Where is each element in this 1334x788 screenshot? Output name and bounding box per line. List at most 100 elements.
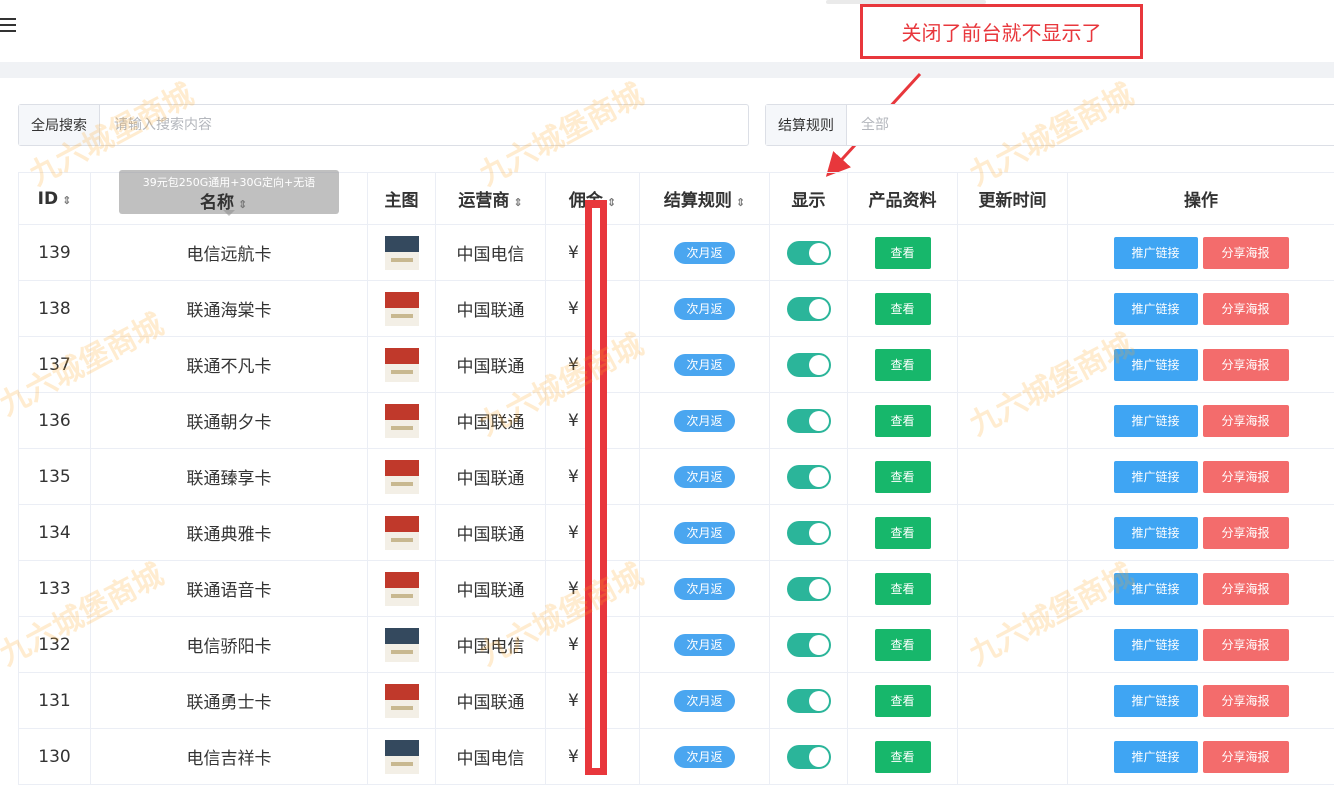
view-button[interactable]: 查看	[874, 516, 931, 549]
cell-display	[769, 280, 848, 337]
cell-rule: 次月返	[639, 728, 770, 785]
product-thumbnail[interactable]	[384, 515, 419, 550]
cell-carrier: 中国电信	[435, 728, 546, 785]
promo-link-button[interactable]: 推广链接	[1113, 628, 1198, 661]
view-button[interactable]: 查看	[874, 292, 931, 325]
share-poster-button[interactable]: 分享海报	[1202, 348, 1289, 381]
rule-filter-select[interactable]	[847, 105, 1334, 145]
col-name-label[interactable]: 名称 ⇕	[200, 188, 247, 213]
product-thumbnail[interactable]	[384, 347, 419, 382]
view-button[interactable]: 查看	[874, 740, 931, 773]
promo-link-button[interactable]: 推广链接	[1113, 516, 1198, 549]
view-button[interactable]: 查看	[874, 460, 931, 493]
cell-actions: 推广链接 分享海报	[1067, 728, 1334, 785]
global-search-input[interactable]	[100, 105, 748, 145]
cell-name: 电信远航卡	[90, 224, 368, 281]
cell-rule: 次月返	[639, 560, 770, 617]
cell-updated	[957, 336, 1068, 393]
cell-name: 联通典雅卡	[90, 504, 368, 561]
cell-id: 131	[18, 672, 91, 729]
view-button[interactable]: 查看	[874, 404, 931, 437]
product-thumbnail[interactable]	[384, 683, 419, 718]
display-toggle[interactable]	[786, 464, 831, 489]
sort-icon[interactable]: ⇕	[607, 196, 616, 209]
product-thumbnail[interactable]	[384, 235, 419, 270]
product-thumbnail[interactable]	[384, 739, 419, 774]
product-thumbnail[interactable]	[384, 403, 419, 438]
display-toggle[interactable]	[786, 744, 831, 769]
cell-updated	[957, 392, 1068, 449]
sort-icon[interactable]: ⇕	[238, 198, 247, 211]
promo-link-button[interactable]: 推广链接	[1113, 740, 1198, 773]
promo-link-button[interactable]: 推广链接	[1113, 572, 1198, 605]
table-row: 137 联通不凡卡 中国联通 ¥ 次月返 查看 推广链接 分享海报	[18, 336, 1334, 393]
share-poster-button[interactable]: 分享海报	[1202, 740, 1289, 773]
cell-carrier: 中国联通	[435, 672, 546, 729]
table-row: 139 电信远航卡 中国电信 ¥ 次月返 查看 推广链接 分享海报	[18, 224, 1334, 281]
share-poster-button[interactable]: 分享海报	[1202, 404, 1289, 437]
cell-image	[367, 672, 436, 729]
cell-id: 136	[18, 392, 91, 449]
display-toggle[interactable]	[786, 520, 831, 545]
promo-link-button[interactable]: 推广链接	[1113, 348, 1198, 381]
sort-icon[interactable]: ⇕	[513, 196, 522, 209]
cell-material: 查看	[847, 616, 958, 673]
view-button[interactable]: 查看	[874, 684, 931, 717]
display-toggle[interactable]	[786, 240, 831, 265]
col-carrier[interactable]: 运营商 ⇕	[435, 172, 546, 225]
promo-link-button[interactable]: 推广链接	[1113, 460, 1198, 493]
sort-icon[interactable]: ⇕	[736, 196, 745, 209]
cell-image	[367, 616, 436, 673]
promo-link-button[interactable]: 推广链接	[1113, 404, 1198, 437]
share-poster-button[interactable]: 分享海报	[1202, 236, 1289, 269]
view-button[interactable]: 查看	[874, 348, 931, 381]
cell-carrier: 中国联通	[435, 392, 546, 449]
display-toggle[interactable]	[786, 352, 831, 377]
table-row: 136 联通朝夕卡 中国联通 ¥ 次月返 查看 推广链接 分享海报	[18, 392, 1334, 449]
display-toggle[interactable]	[786, 632, 831, 657]
cell-material: 查看	[847, 728, 958, 785]
share-poster-button[interactable]: 分享海报	[1202, 292, 1289, 325]
promo-link-button[interactable]: 推广链接	[1113, 292, 1198, 325]
cell-name: 电信吉祥卡	[90, 728, 368, 785]
rule-filter-group: 结算规则	[765, 104, 1334, 146]
cell-updated	[957, 728, 1068, 785]
product-thumbnail[interactable]	[384, 571, 419, 606]
product-thumbnail[interactable]	[384, 291, 419, 326]
cell-updated	[957, 616, 1068, 673]
cell-actions: 推广链接 分享海报	[1067, 392, 1334, 449]
promo-link-button[interactable]: 推广链接	[1113, 236, 1198, 269]
display-toggle[interactable]	[786, 688, 831, 713]
view-button[interactable]: 查看	[874, 572, 931, 605]
display-toggle[interactable]	[786, 576, 831, 601]
share-poster-button[interactable]: 分享海报	[1202, 460, 1289, 493]
cell-actions: 推广链接 分享海报	[1067, 336, 1334, 393]
col-rule[interactable]: 结算规则 ⇕	[639, 172, 770, 225]
col-id[interactable]: ID ⇕	[18, 172, 91, 225]
display-toggle[interactable]	[786, 296, 831, 321]
cell-name: 电信骄阳卡	[90, 616, 368, 673]
view-button[interactable]: 查看	[874, 628, 931, 661]
share-poster-button[interactable]: 分享海报	[1202, 572, 1289, 605]
cell-material: 查看	[847, 336, 958, 393]
cell-id: 135	[18, 448, 91, 505]
product-thumbnail[interactable]	[384, 459, 419, 494]
cell-material: 查看	[847, 560, 958, 617]
view-button[interactable]: 查看	[874, 236, 931, 269]
share-poster-button[interactable]: 分享海报	[1202, 516, 1289, 549]
product-thumbnail[interactable]	[384, 627, 419, 662]
display-toggle[interactable]	[786, 408, 831, 433]
promo-link-button[interactable]: 推广链接	[1113, 684, 1198, 717]
cell-id: 134	[18, 504, 91, 561]
cell-carrier: 中国电信	[435, 224, 546, 281]
cell-image	[367, 504, 436, 561]
cell-carrier: 中国电信	[435, 616, 546, 673]
cell-display	[769, 616, 848, 673]
cell-name: 联通语音卡	[90, 560, 368, 617]
share-poster-button[interactable]: 分享海报	[1202, 628, 1289, 661]
cell-material: 查看	[847, 224, 958, 281]
sort-icon[interactable]: ⇕	[62, 194, 71, 207]
rule-filter-label: 结算规则	[766, 105, 847, 145]
share-poster-button[interactable]: 分享海报	[1202, 684, 1289, 717]
cell-name: 联通臻享卡	[90, 448, 368, 505]
